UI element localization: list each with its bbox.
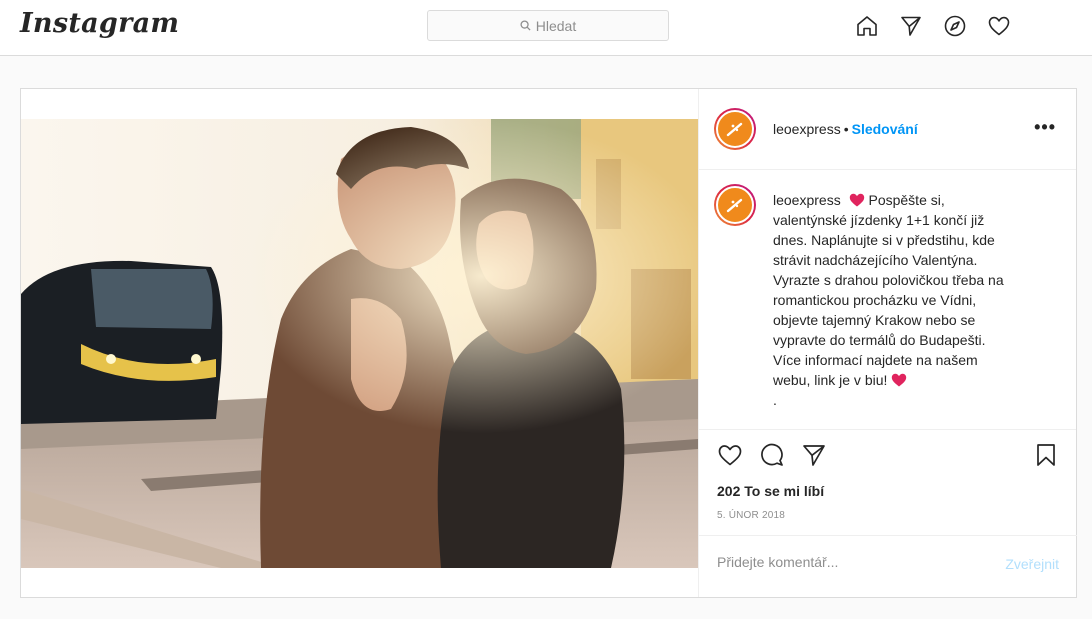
publish-button[interactable]: Zveřejnit [1005, 556, 1059, 572]
comment-icon[interactable] [759, 442, 787, 470]
comment-bar: Zveřejnit [699, 535, 1077, 597]
like-icon[interactable] [717, 442, 745, 470]
leoexpress-logo-icon [726, 122, 743, 137]
caption-line: vypravte do termálů do Budapešti. [773, 332, 986, 348]
caption-line: valentýnské jízdenky 1+1 končí již [773, 212, 985, 228]
direct-icon[interactable] [897, 12, 925, 40]
red-heart-icon [849, 193, 864, 207]
caption-line: Více informací najdete na našem [773, 352, 978, 368]
post-card: leoexpress • Sledování ••• leoexpress Posp… [20, 88, 1077, 598]
caption-text: leoexpress Pospěšte si, valentýnské jízd… [773, 190, 1043, 429]
caption-line: webu, link je v biu! [773, 372, 888, 388]
activity-icon[interactable] [985, 12, 1013, 40]
red-heart-icon [892, 373, 907, 387]
post-sidebar: leoexpress • Sledování ••• leoexpress Posp… [698, 89, 1077, 597]
separator-dot: • [843, 121, 849, 137]
leoexpress-logo-icon [726, 198, 743, 213]
search-icon [520, 20, 531, 31]
caption-line: dnes. Naplánujte si v předstihu, kde [773, 232, 995, 248]
caption-line: romantickou procházku ve Vídni, [773, 292, 977, 308]
post-date[interactable]: 5. ÚNOR 2018 [717, 510, 785, 521]
caption-line: Vyrazte s drahou polovičkou třeba na [773, 272, 1004, 288]
caption-line: strávit nadcházejícího Valentýna. [773, 252, 978, 268]
post-image[interactable] [21, 119, 698, 568]
top-navigation-bar: Instagram Hledat [0, 0, 1092, 56]
comment-input[interactable] [717, 554, 987, 570]
post-username[interactable]: leoexpress [773, 121, 841, 137]
search-input[interactable]: Hledat [427, 10, 669, 41]
explore-icon[interactable] [941, 12, 969, 40]
instagram-logo[interactable]: Instagram [20, 8, 179, 39]
nav-icons [853, 12, 1013, 40]
post-caption: leoexpress Pospěšte si, valentýnské jízd… [699, 170, 1076, 430]
more-options-icon[interactable]: ••• [1034, 117, 1056, 138]
share-icon[interactable] [801, 442, 829, 470]
caption-username[interactable]: leoexpress [773, 192, 841, 208]
caption-line: objevte tajemný Krakow nebo se [773, 312, 976, 328]
caption-avatar[interactable] [714, 184, 756, 226]
search-placeholder: Hledat [535, 17, 577, 34]
post-actions [699, 432, 1077, 478]
follow-button[interactable]: Sledování [852, 121, 918, 137]
avatar[interactable] [714, 108, 756, 150]
post-header: leoexpress • Sledování ••• [699, 89, 1076, 170]
home-icon[interactable] [853, 12, 881, 40]
caption-line: Pospěšte si, [868, 192, 945, 208]
caption-line: . [773, 392, 777, 408]
bookmark-icon[interactable] [1033, 442, 1061, 470]
likes-count[interactable]: 202 To se mi líbí [717, 483, 824, 499]
